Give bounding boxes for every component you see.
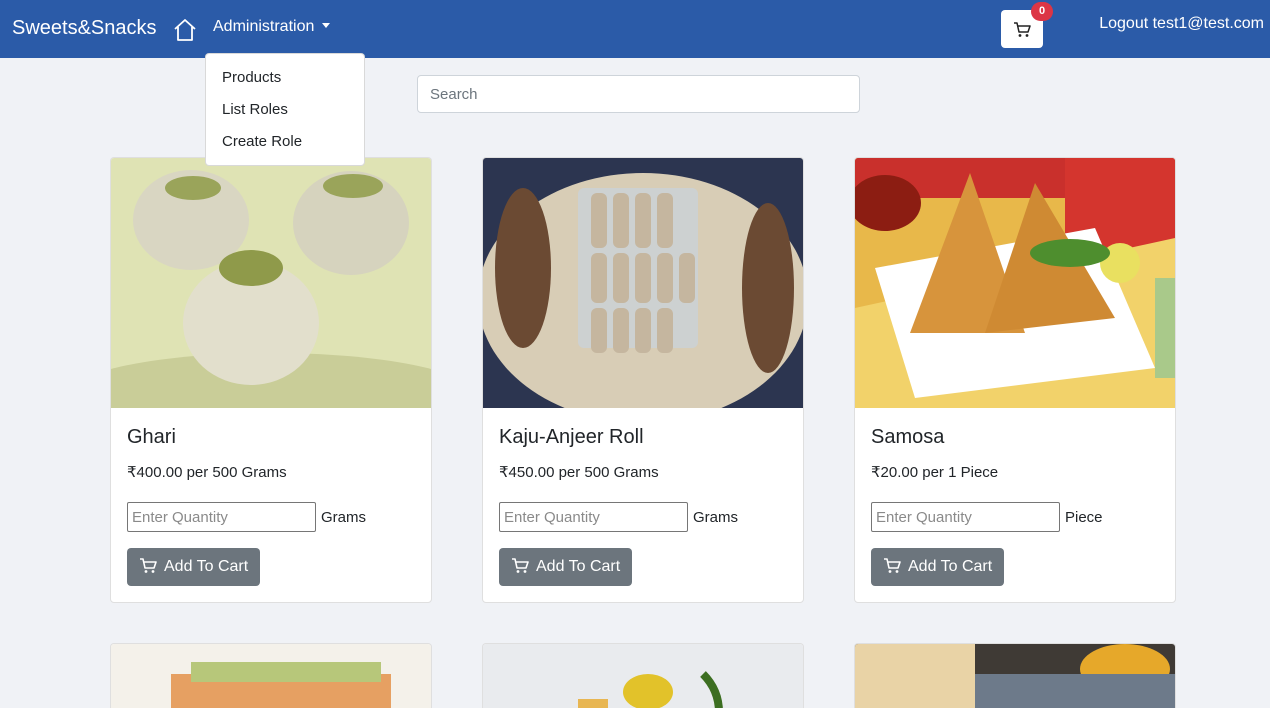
quantity-input[interactable] [871,502,1060,532]
product-title: Ghari [127,426,176,448]
menu-item-create-role[interactable]: Create Role [206,126,364,158]
product-card [482,643,804,708]
administration-menu: Products List Roles Create Role [205,53,365,166]
menu-item-list-roles[interactable]: List Roles [206,94,364,126]
quantity-unit: Grams [693,509,738,526]
product-card: Samosa ₹20.00 per 1 Piece Piece Add To C… [854,157,1176,603]
cart-icon [884,558,901,573]
search-input[interactable] [417,75,860,113]
quantity-input[interactable] [127,502,316,532]
home-icon[interactable] [172,17,198,43]
cart-count-badge: 0 [1031,2,1053,21]
brand-link[interactable]: Sweets&Snacks [12,17,157,40]
administration-dropdown[interactable]: Administration [213,18,331,36]
product-image-samosa [855,158,1175,408]
navbar: Sweets&Snacks Administration 0 Logout te… [0,0,1270,58]
quantity-unit: Grams [321,509,366,526]
add-to-cart-button[interactable]: Add To Cart [127,548,260,586]
product-price: ₹20.00 per 1 Piece [871,464,999,481]
add-to-cart-label: Add To Cart [164,558,249,575]
add-to-cart-button[interactable]: Add To Cart [499,548,632,586]
product-image [483,644,803,708]
product-card [854,643,1176,708]
product-image [855,644,1175,708]
quantity-unit: Piece [1065,509,1103,526]
add-to-cart-label: Add To Cart [908,558,993,575]
product-title: Samosa [871,426,945,448]
product-card: Ghari ₹400.00 per 500 Grams Grams Add To… [110,157,432,603]
cart-icon [512,558,529,573]
product-image-kaju-anjeer-roll [483,158,803,408]
product-image-ghari [111,158,431,408]
caret-down-icon [322,23,331,28]
product-card: Kaju-Anjeer Roll ₹450.00 per 500 Grams G… [482,157,804,603]
logout-link[interactable]: Logout test1@test.com [1099,15,1264,33]
product-price: ₹450.00 per 500 Grams [499,464,659,481]
cart-icon [140,558,157,573]
quantity-input[interactable] [499,502,688,532]
product-price: ₹400.00 per 500 Grams [127,464,287,481]
add-to-cart-label: Add To Cart [536,558,621,575]
add-to-cart-button[interactable]: Add To Cart [871,548,1004,586]
cart-icon [1014,22,1031,37]
product-card [110,643,432,708]
administration-label: Administration [213,18,315,35]
menu-item-products[interactable]: Products [206,62,364,94]
product-image [111,644,431,708]
product-title: Kaju-Anjeer Roll [499,426,644,448]
